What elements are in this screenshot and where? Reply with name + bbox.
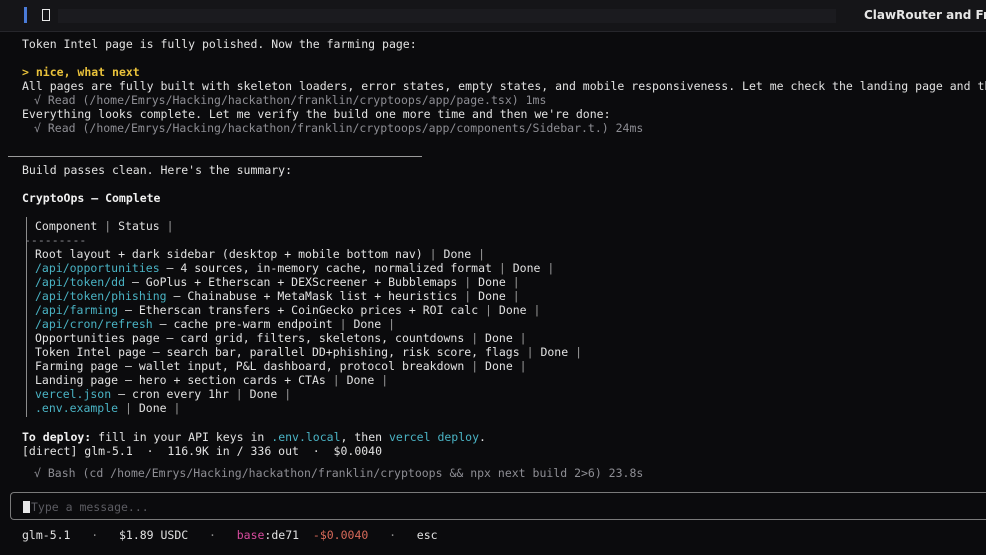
tool-call-line: √ Read (/home/Emrys/Hacking/hackathon/fr… <box>34 93 546 107</box>
balance: $1.89 USDC <box>118 528 189 542</box>
terminal-output: Token Intel page is fully polished. Now … <box>0 32 986 492</box>
row-path: /api/cron/refresh <box>35 317 153 331</box>
divider <box>8 156 422 157</box>
message-line: Everything looks complete. Let me verify… <box>22 107 611 121</box>
row-path: /api/farming <box>35 303 119 317</box>
model-name: glm-5.1 <box>22 528 71 542</box>
deploy-command: vercel deploy <box>388 430 479 444</box>
row-status: Done <box>540 345 569 359</box>
table-header: Component | Status | <box>35 219 174 233</box>
row-path: .env.example <box>35 401 119 415</box>
table-row: Root layout + dark sidebar (desktop + mo… <box>35 247 486 261</box>
row-path: /api/token/phishing <box>35 289 167 303</box>
check-icon: √ <box>34 121 41 135</box>
row-component: Landing page — hero + section cards + CT… <box>35 373 326 387</box>
tool-call-text: Bash (cd /home/Emrys/Hacking/hackathon/f… <box>47 466 644 480</box>
text-caret <box>23 501 30 513</box>
prompt-marker: > <box>22 65 29 79</box>
row-status: Done <box>138 401 167 415</box>
message-input[interactable]: Type a message... <box>10 492 986 520</box>
session-cost: -$0.0040 <box>312 528 369 542</box>
window-title: ClawRouter and Fra <box>864 8 986 22</box>
esc-hint[interactable]: esc <box>417 528 438 542</box>
table-row: /api/opportunities — 4 sources, in-memor… <box>35 261 555 275</box>
row-status: Done <box>498 303 527 317</box>
row-component: Token Intel page — search bar, parallel … <box>35 345 520 359</box>
top-bar: ClawRouter and Fra <box>0 0 986 32</box>
message-line: Token Intel page is fully polished. Now … <box>22 37 417 51</box>
table-row: /api/cron/refresh — cache pre-warm endpo… <box>35 317 396 331</box>
table-row: Opportunities page — card grid, filters,… <box>35 331 527 345</box>
pane-accent-bar <box>24 7 27 23</box>
row-status: Done <box>478 289 506 303</box>
row-component: — cache pre-warm endpoint <box>152 317 333 331</box>
check-icon: √ <box>34 466 41 480</box>
row-component: Root layout + dark sidebar (desktop + mo… <box>35 247 423 261</box>
row-status: Done <box>353 317 382 331</box>
user-prompt: > nice, what next <box>22 65 140 79</box>
message-line: Build passes clean. Here's the summary: <box>22 163 293 177</box>
table-row: /api/farming — Etherscan transfers + Coi… <box>35 303 541 317</box>
row-component: — GoPlus + Etherscan + DEXScreener + Bub… <box>125 275 458 289</box>
tool-call-line: √ Bash (cd /home/Emrys/Hacking/hackathon… <box>34 466 643 480</box>
message-line: All pages are fully built with skeleton … <box>22 79 986 93</box>
table-row: Farming page — wallet input, P&L dashboa… <box>35 359 527 373</box>
table-row: /api/token/phishing — Chainabuse + MetaM… <box>35 289 520 303</box>
table-row: .env.example | Done | <box>35 401 181 415</box>
table-left-border <box>26 217 27 417</box>
row-status: Done <box>346 373 375 387</box>
tool-call-text: Read (/home/Emrys/Hacking/hackathon/fran… <box>47 93 547 107</box>
table-row: /api/token/dd — GoPlus + Etherscan + DEX… <box>35 275 520 289</box>
env-file: .env.local <box>271 430 341 444</box>
row-status: Done <box>249 387 278 401</box>
row-path: vercel.json <box>35 387 112 401</box>
chain-label: base <box>236 528 265 542</box>
row-component: — cron every 1hr <box>111 387 229 401</box>
row-status: Done <box>478 275 506 289</box>
row-component: — Etherscan transfers + CoinGecko prices… <box>118 303 479 317</box>
deploy-line: To deploy: fill in your API keys in .env… <box>22 430 486 444</box>
row-component: — 4 sources, in-memory cache, normalized… <box>159 261 492 275</box>
tool-call-text: Read (/home/Emrys/Hacking/hackathon/fran… <box>47 121 644 135</box>
row-component: Farming page — wallet input, P&L dashboa… <box>35 359 465 373</box>
row-path: /api/opportunities <box>35 261 160 275</box>
row-path: /api/token/dd <box>35 275 126 289</box>
usage-line: [direct] glm-5.1 · 116.9K in / 336 out ·… <box>22 444 383 458</box>
row-status: Done <box>485 359 513 373</box>
row-component: — Chainabuse + MetaMask list + heuristic… <box>166 289 458 303</box>
check-icon: √ <box>34 93 41 107</box>
deploy-label: To deploy: <box>22 430 92 444</box>
wallet-hash: :de71 <box>264 528 300 542</box>
cursor-icon <box>42 9 50 21</box>
row-status: Done <box>512 261 541 275</box>
status-bar: glm-5.1 · $1.89 USDC · base:de71 -$0.004… <box>22 528 438 542</box>
header-component: Component <box>35 219 98 233</box>
top-input-line[interactable] <box>58 9 836 23</box>
row-status: Done <box>443 247 472 261</box>
table-row: vercel.json — cron every 1hr | Done | <box>35 387 292 401</box>
prompt-text: nice, what next <box>35 65 140 79</box>
table-divider: --------- <box>24 233 87 247</box>
table-row: Token Intel page — search bar, parallel … <box>35 345 582 359</box>
header-status: Status <box>118 219 160 233</box>
row-status: Done <box>485 331 513 345</box>
summary-heading: CryptoOps — Complete <box>22 191 161 205</box>
message-placeholder: Type a message... <box>31 500 149 514</box>
table-row: Landing page — hero + section cards + CT… <box>35 373 389 387</box>
tool-call-line: √ Read (/home/Emrys/Hacking/hackathon/fr… <box>34 121 643 135</box>
row-component: Opportunities page — card grid, filters,… <box>35 331 465 345</box>
